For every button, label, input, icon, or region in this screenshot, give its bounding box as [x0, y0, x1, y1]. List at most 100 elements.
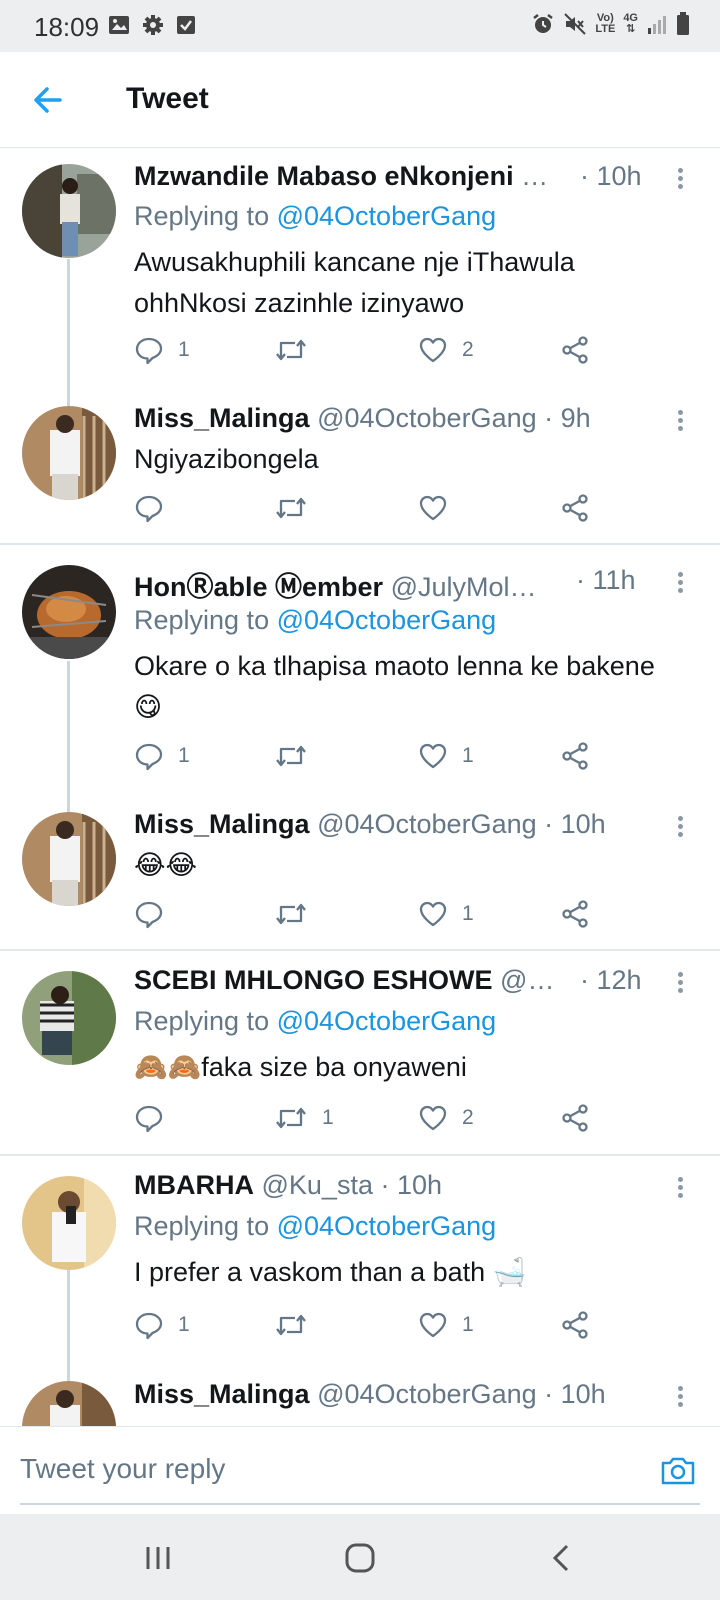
app-header: Tweet [0, 52, 720, 148]
author-name[interactable]: SCEBI MHLONGO ESHOWE [134, 965, 493, 995]
like-icon [419, 743, 447, 769]
replying-to: Replying to @04OctoberGang [134, 1211, 497, 1241]
share-button[interactable] [560, 899, 590, 929]
mention-link[interactable]: @04OctoberGang [277, 201, 497, 231]
tweet-actions [134, 493, 614, 527]
page-title: Tweet [126, 82, 209, 115]
more-button[interactable] [670, 407, 690, 437]
mention-link[interactable]: @04OctoberGang [277, 1006, 497, 1036]
tweet-text: 😂😂 [134, 850, 198, 880]
tweet-text: Okare o ka tlhapisa maoto lenna ke baken… [134, 651, 655, 722]
tweet-time: · 12h [576, 965, 642, 996]
author-handle[interactable]: @… [500, 965, 554, 995]
more-icon [670, 1386, 690, 1407]
retweet-button[interactable] [274, 1310, 322, 1340]
reply-input[interactable] [20, 1449, 620, 1489]
share-icon [562, 1104, 588, 1132]
nav-back-button[interactable] [540, 1536, 584, 1580]
share-button[interactable] [560, 741, 590, 771]
replying-to: Replying to @04OctoberGang [134, 1006, 497, 1036]
tweet-time: · 9h [544, 403, 591, 433]
like-button[interactable] [418, 493, 462, 523]
author-name[interactable]: MBARHA [134, 1170, 254, 1200]
mention-link[interactable]: @04OctoberGang [277, 605, 497, 635]
home-button[interactable] [338, 1536, 382, 1580]
more-icon [670, 410, 690, 431]
share-button[interactable] [560, 335, 590, 365]
more-button[interactable] [670, 969, 690, 999]
more-button[interactable] [670, 1174, 690, 1204]
more-button[interactable] [670, 813, 690, 843]
reply-button[interactable]: 1 [134, 335, 190, 365]
author-handle[interactable]: @04OctoberGang [317, 1379, 537, 1409]
network-indicator: 4G ⇅ [623, 12, 638, 35]
replies-feed[interactable]: Mzwandile Mabaso eNkonjeni … · 10h Reply… [0, 149, 720, 1426]
volte-indicator: Vo) LTE [595, 12, 616, 35]
reply-button[interactable] [134, 899, 178, 929]
like-button[interactable]: 2 [418, 335, 474, 365]
author-name[interactable]: HonⓇable Ⓜember [134, 572, 383, 602]
recents-icon [146, 1547, 170, 1569]
share-icon [562, 900, 588, 928]
avatar[interactable] [22, 406, 116, 500]
replying-to: Replying to @04OctoberGang [134, 605, 497, 635]
share-button[interactable] [560, 493, 590, 523]
tweet-actions: 1 [134, 899, 614, 933]
avatar[interactable] [22, 971, 116, 1065]
share-icon [562, 494, 588, 522]
author-name[interactable]: Miss_Malinga [134, 809, 310, 839]
reply-button[interactable]: 1 [134, 1310, 190, 1340]
like-count: 1 [462, 902, 474, 925]
retweet-button[interactable]: 1 [274, 1103, 334, 1133]
reply-icon [135, 1105, 163, 1133]
like-button[interactable]: 1 [418, 899, 474, 929]
author-handle[interactable]: @04OctoberGang [317, 403, 537, 433]
retweet-button[interactable] [274, 741, 322, 771]
avatar[interactable] [22, 812, 116, 906]
like-button[interactable]: 1 [418, 741, 474, 771]
more-icon [670, 972, 690, 993]
share-icon [562, 742, 588, 770]
share-button[interactable] [560, 1103, 590, 1133]
share-button[interactable] [560, 1310, 590, 1340]
like-count: 2 [462, 338, 474, 361]
author-handle[interactable]: @JulyMol… [391, 572, 537, 602]
avatar[interactable] [22, 565, 116, 659]
reply-button[interactable]: 1 [134, 741, 190, 771]
thread-divider [0, 543, 720, 545]
system-nav-bar [0, 1514, 720, 1600]
mention-link[interactable]: @04OctoberGang [277, 1211, 497, 1241]
avatar[interactable] [22, 1176, 116, 1270]
camera-button[interactable] [658, 1451, 698, 1491]
avatar[interactable] [22, 164, 116, 258]
thread-connector [67, 259, 70, 409]
share-icon [562, 336, 588, 364]
retweet-button[interactable] [274, 335, 322, 365]
like-button[interactable]: 2 [418, 1103, 474, 1133]
mute-icon [564, 13, 587, 35]
reply-button[interactable] [134, 493, 178, 523]
more-button[interactable] [670, 1383, 690, 1413]
like-count: 2 [462, 1106, 474, 1129]
avatar[interactable] [22, 1381, 116, 1426]
tweet-time: · 11h [572, 565, 636, 596]
reply-button[interactable] [134, 1103, 178, 1133]
more-button[interactable] [670, 165, 690, 195]
more-button[interactable] [670, 569, 690, 599]
like-button[interactable]: 1 [418, 1310, 474, 1340]
author-name[interactable]: Mzwandile Mabaso eNkonjeni [134, 161, 514, 191]
back-button[interactable] [30, 82, 66, 118]
author-handle[interactable]: @Ku_sta [262, 1170, 373, 1200]
retweet-icon [276, 1314, 306, 1336]
reply-icon [135, 495, 163, 523]
status-time: 18:09 [34, 12, 100, 42]
retweet-icon [276, 1107, 306, 1129]
author-handle[interactable]: … [521, 161, 548, 191]
author-handle[interactable]: @04OctoberGang [317, 809, 537, 839]
reply-count: 1 [178, 338, 190, 361]
author-name[interactable]: Miss_Malinga [134, 1379, 310, 1409]
author-name[interactable]: Miss_Malinga [134, 403, 310, 433]
retweet-button[interactable] [274, 899, 322, 929]
retweet-button[interactable] [274, 493, 322, 523]
recents-button[interactable] [136, 1536, 180, 1580]
